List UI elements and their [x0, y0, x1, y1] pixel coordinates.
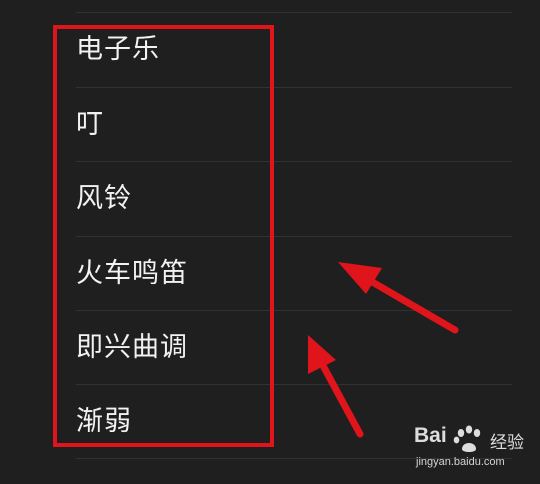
- ringtone-label: 渐弱: [76, 406, 132, 437]
- watermark-logo-text: Bai: [414, 424, 447, 447]
- watermark-logo-suffix: 经验: [490, 433, 524, 453]
- ringtone-item-improvisation[interactable]: 即兴曲调: [0, 311, 540, 385]
- baidu-jingyan-watermark: Bai 经验 jingyan.baidu.com: [414, 424, 534, 480]
- ringtone-label: 电子乐: [76, 34, 160, 65]
- ringtone-label: 即兴曲调: [76, 332, 188, 363]
- ringtone-list: 电子乐 叮 风铃 火车鸣笛 即兴曲调 渐弱: [0, 0, 540, 484]
- ringtone-item-ding[interactable]: 叮: [0, 88, 540, 162]
- ringtone-item-electronic[interactable]: 电子乐: [0, 13, 540, 87]
- watermark-url: jingyan.baidu.com: [416, 456, 505, 468]
- ringtone-label: 火车鸣笛: [76, 258, 188, 289]
- ringtone-label: 叮: [76, 109, 104, 140]
- screen: 电子乐 叮 风铃 火车鸣笛 即兴曲调 渐弱 Bai 经验 jingyan.bai…: [0, 0, 540, 484]
- ringtone-item-wind-chime[interactable]: 风铃: [0, 162, 540, 236]
- baidu-paw-icon: [453, 425, 481, 452]
- ringtone-item-train-whistle[interactable]: 火车鸣笛: [0, 237, 540, 311]
- ringtone-label: 风铃: [76, 183, 132, 214]
